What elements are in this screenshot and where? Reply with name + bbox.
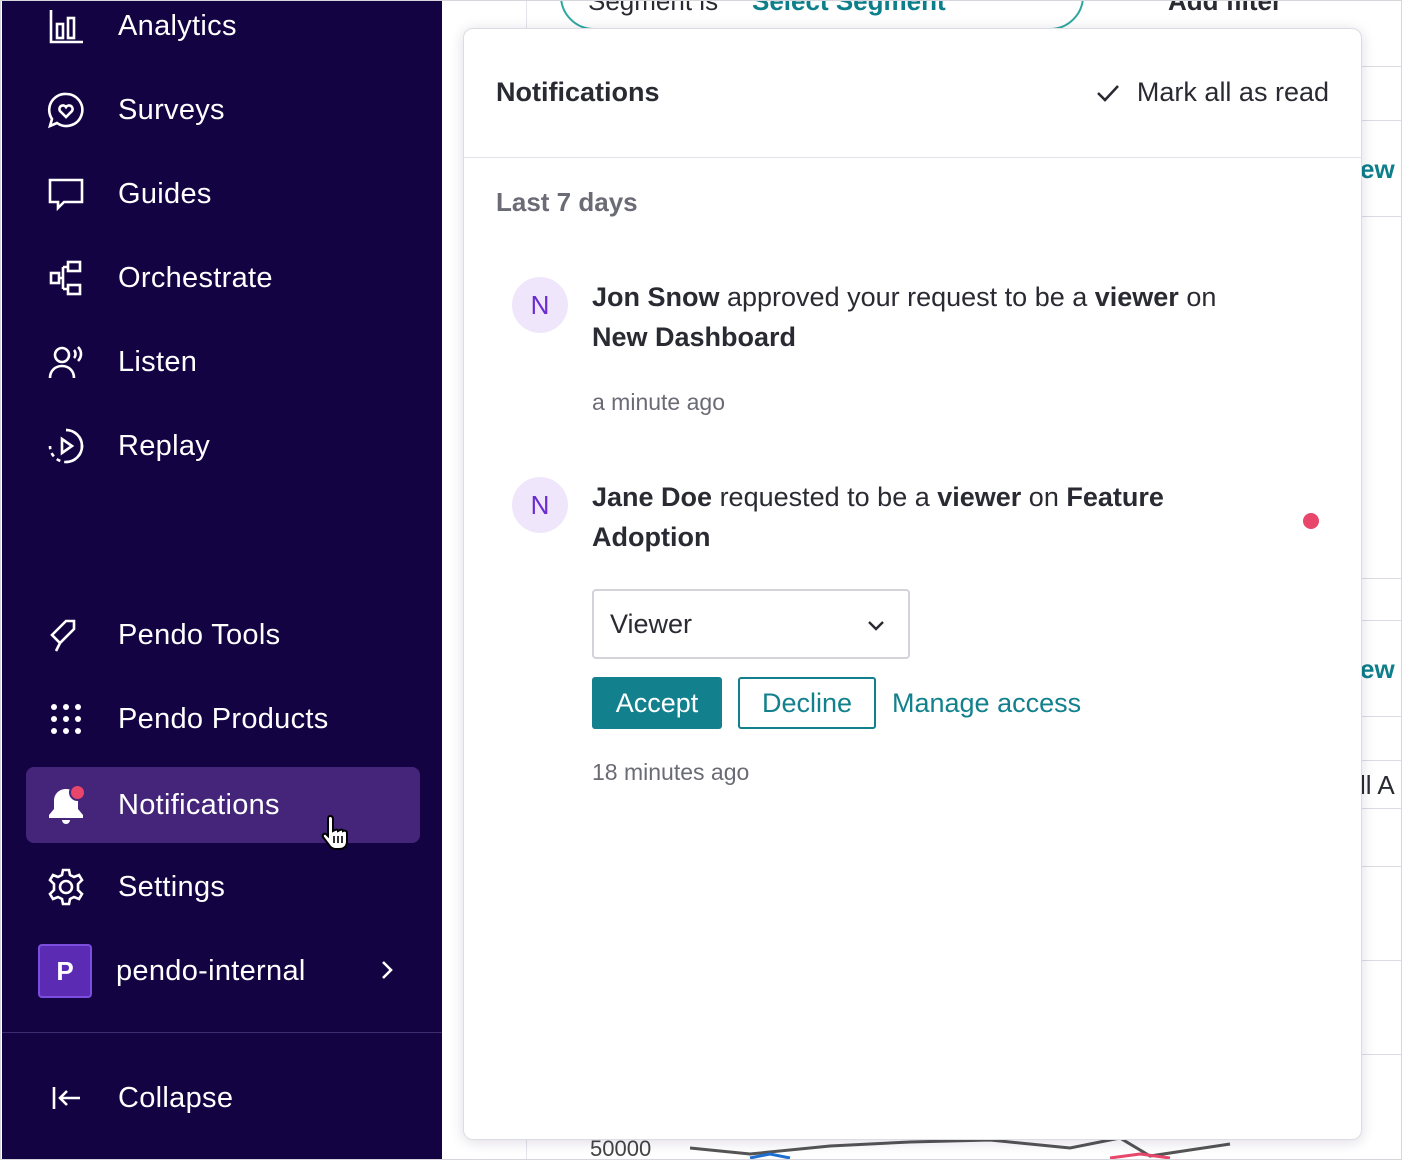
mark-all-read-label: Mark all as read: [1136, 77, 1329, 107]
notification-item[interactable]: N Jane Doe requested to be a viewer on F…: [512, 477, 1331, 785]
role-select-value: Viewer: [610, 608, 693, 639]
sidebar-item-label: Analytics: [118, 9, 237, 42]
avatar: N: [512, 277, 568, 333]
notification-actor: Jon Snow: [592, 282, 720, 312]
collapse-icon: [44, 1076, 88, 1120]
notification-role: viewer: [937, 482, 1022, 512]
view-link-partial[interactable]: ew: [1360, 654, 1395, 685]
notification-message: Jane Doe requested to be a viewer on Fea…: [592, 477, 1271, 557]
chevron-right-icon: [382, 961, 393, 979]
sidebar-item-label: Guides: [118, 177, 212, 210]
chat-bubble-icon: [44, 172, 88, 216]
sidebar-item-label: Settings: [118, 870, 226, 903]
notification-text: on: [1178, 282, 1217, 312]
notification-text: approved your request to be a: [719, 282, 1095, 312]
sidebar: Analytics Surveys Guides Orchestrate Lis…: [2, 0, 442, 1160]
request-actions: Accept Decline Manage access: [592, 677, 1081, 729]
notification-time: 18 minutes ago: [592, 759, 750, 785]
chevron-down-icon: [868, 621, 884, 631]
sidebar-item-label: Orchestrate: [118, 261, 273, 294]
background-rule: [1360, 1054, 1402, 1055]
bell-icon: [44, 783, 88, 827]
sidebar-item-label: Notifications: [118, 788, 280, 821]
sidebar-item-pendo-products[interactable]: Pendo Products: [26, 681, 420, 757]
notifications-panel: Notifications Mark all as read Last 7 da…: [463, 28, 1362, 1140]
heart-chat-icon: [44, 88, 88, 132]
section-heading: Last 7 days: [496, 187, 638, 217]
background-rule: [1360, 620, 1402, 621]
listen-icon: [44, 340, 88, 384]
sidebar-item-label: Collapse: [118, 1081, 234, 1114]
account-name: pendo-internal: [116, 954, 306, 987]
grid-dots-icon: [44, 697, 88, 741]
mark-all-read-button[interactable]: Mark all as read: [1095, 77, 1329, 108]
background-rule: [1360, 760, 1402, 761]
accept-button[interactable]: Accept: [592, 677, 722, 729]
hand-cursor-icon: [321, 814, 348, 850]
sidebar-item-label: Replay: [118, 429, 211, 462]
sidebar-item-pendo-tools[interactable]: Pendo Tools: [26, 597, 420, 673]
sidebar-item-settings[interactable]: Settings: [26, 849, 420, 925]
notification-actor: Jane Doe: [592, 482, 713, 512]
sidebar-item-notifications[interactable]: Notifications: [26, 767, 420, 843]
account-switcher[interactable]: P pendo-internal: [26, 933, 420, 1009]
background-rule: [1360, 216, 1402, 217]
check-icon: [1097, 84, 1119, 102]
view-link-partial[interactable]: ew: [1360, 154, 1395, 185]
sidebar-item-label: Pendo Products: [118, 702, 329, 735]
sidebar-item-orchestrate[interactable]: Orchestrate: [26, 240, 420, 316]
sidebar-item-guides[interactable]: Guides: [26, 156, 420, 232]
background-rule: [1360, 808, 1402, 809]
background-rule: [1360, 866, 1402, 867]
segment-label: Segment is: [588, 0, 719, 16]
background-rule: [1360, 578, 1402, 579]
notification-time: a minute ago: [592, 389, 725, 415]
filter-partial: ll A: [1360, 770, 1395, 800]
manage-access-link[interactable]: Manage access: [892, 677, 1081, 729]
replay-icon: [44, 424, 88, 468]
sidebar-item-replay[interactable]: Replay: [26, 408, 420, 484]
background-rule: [1360, 66, 1402, 67]
background-rule: [1360, 716, 1402, 717]
notification-message: Jon Snow approved your request to be a v…: [592, 277, 1271, 357]
avatar: N: [512, 477, 568, 533]
sidebar-item-label: Listen: [118, 345, 198, 378]
add-filter-button[interactable]: Add filter: [1168, 0, 1282, 17]
sidebar-item-label: Surveys: [118, 93, 225, 126]
background-rule: [1360, 120, 1402, 121]
panel-title: Notifications: [496, 77, 660, 107]
panel-header: Notifications Mark all as read: [464, 29, 1361, 158]
notification-role: viewer: [1094, 282, 1179, 312]
collapse-button[interactable]: Collapse: [26, 1060, 420, 1136]
sidebar-divider: [2, 1032, 442, 1033]
sidebar-item-surveys[interactable]: Surveys: [26, 72, 420, 148]
role-select[interactable]: Viewer: [592, 589, 910, 659]
gear-icon: [44, 865, 88, 909]
pushpin-icon: [44, 613, 88, 657]
flow-icon: [44, 256, 88, 300]
sidebar-item-listen[interactable]: Listen: [26, 324, 420, 400]
sidebar-item-analytics[interactable]: Analytics: [26, 0, 420, 64]
segment-select[interactable]: Select Segment: [752, 0, 946, 17]
sidebar-item-label: Pendo Tools: [118, 618, 281, 651]
unread-indicator: [1303, 513, 1319, 529]
account-badge: P: [38, 944, 92, 998]
background-rule: [1360, 960, 1402, 961]
notification-target: New Dashboard: [592, 322, 797, 352]
notification-item[interactable]: N Jon Snow approved your request to be a…: [512, 277, 1331, 437]
notification-text: on: [1021, 482, 1067, 512]
decline-button[interactable]: Decline: [738, 677, 876, 729]
unread-badge: [69, 784, 86, 801]
notification-text: requested to be a: [712, 482, 938, 512]
bar-chart-icon: [44, 4, 88, 48]
